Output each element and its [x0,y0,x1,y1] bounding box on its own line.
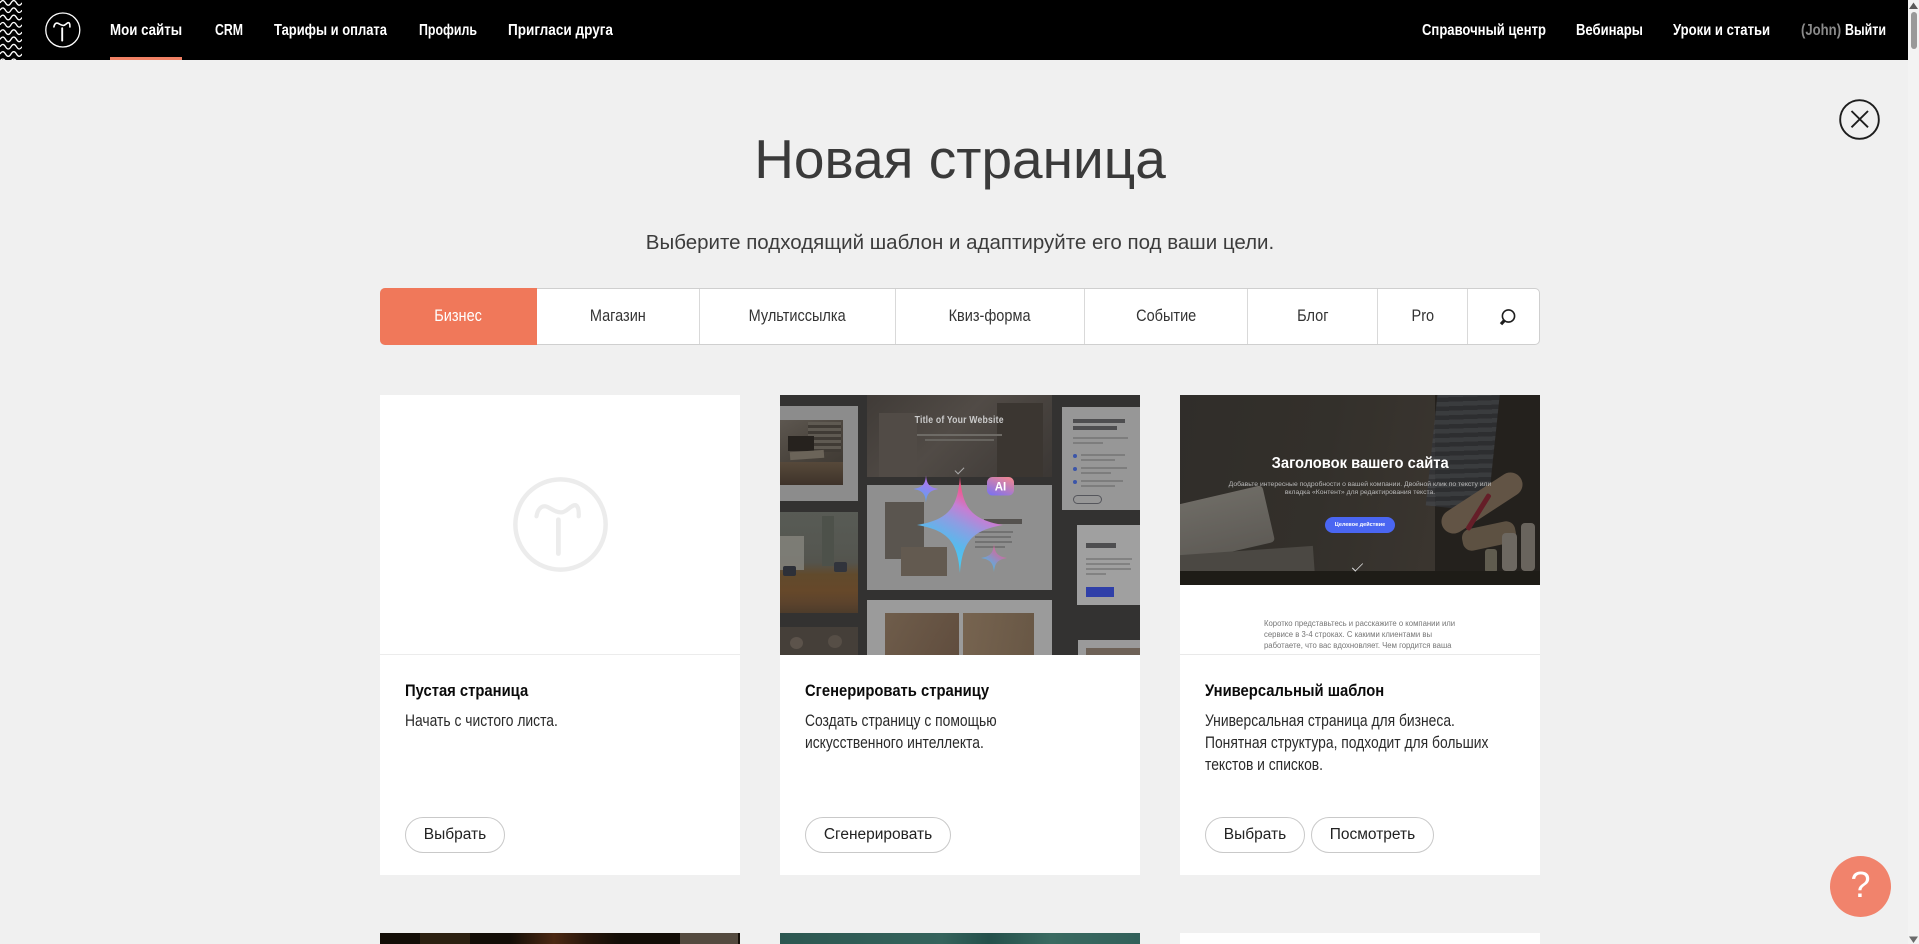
svg-text:AI: AI [995,482,1007,494]
